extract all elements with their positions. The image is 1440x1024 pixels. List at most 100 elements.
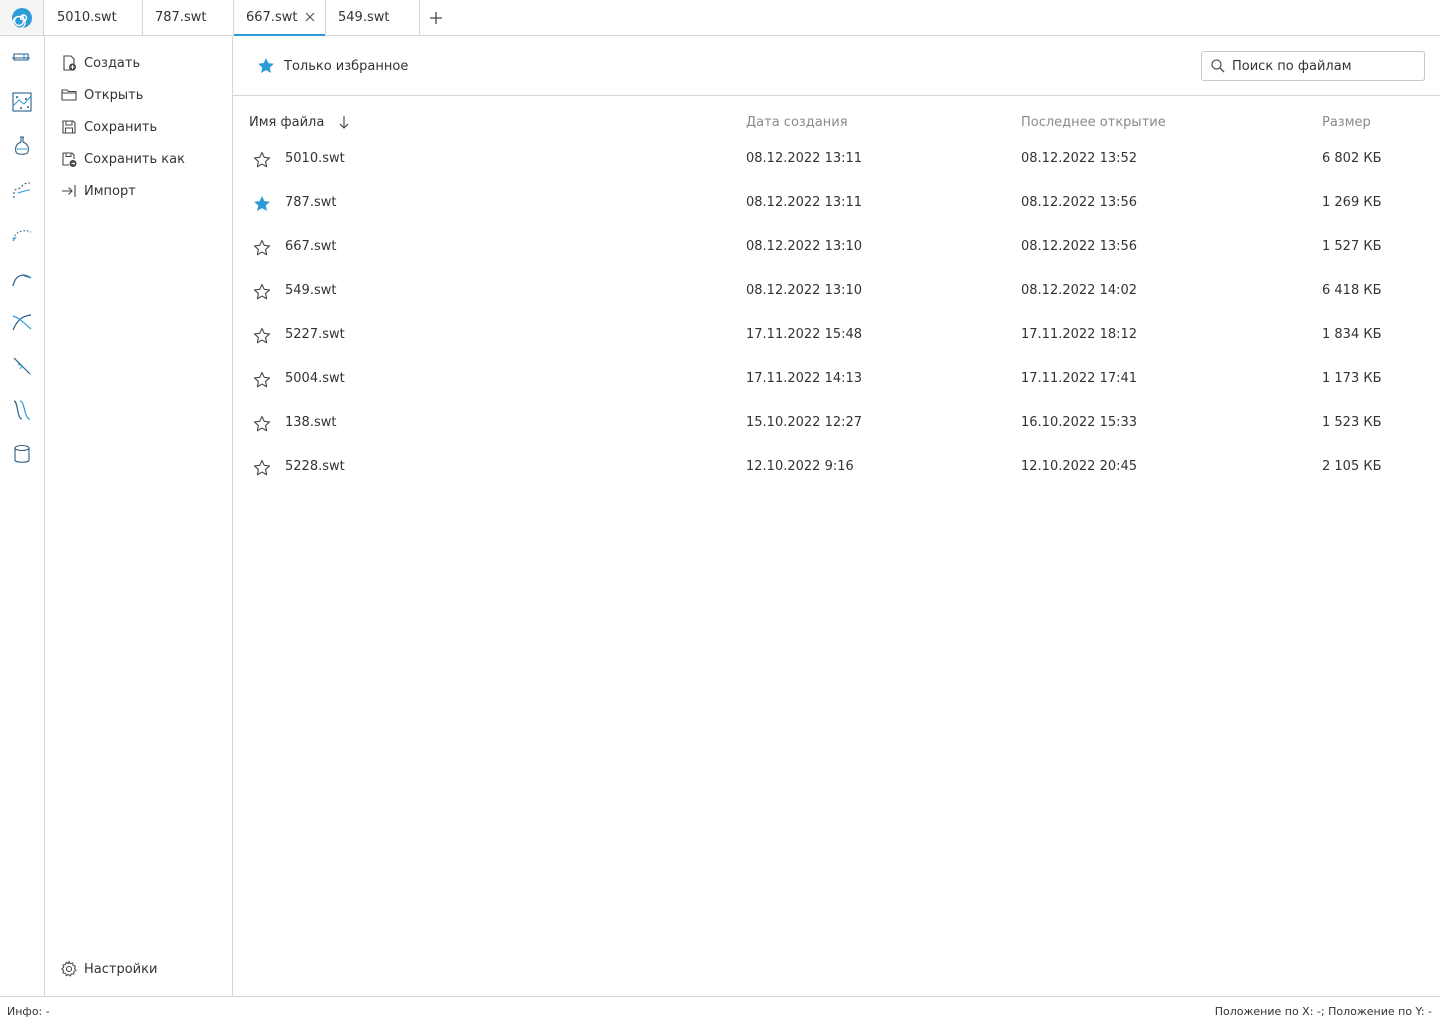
tab-787[interactable]: 787.swt	[143, 0, 234, 35]
save-icon	[62, 120, 76, 134]
created-date: 08.12.2022 13:10	[746, 283, 863, 298]
status-bar: Инфо: - Положение по X: -; Положение по …	[0, 996, 1440, 1024]
save-as-label: Сохранить как	[84, 151, 185, 167]
star-outline-icon	[253, 459, 271, 476]
created-date: 08.12.2022 13:11	[746, 195, 863, 210]
created-date: 17.11.2022 14:13	[746, 371, 863, 386]
file-name: 5010.swt	[285, 151, 345, 166]
status-info: Инфо: -	[7, 1005, 50, 1018]
column-header-size[interactable]: Размер	[1322, 112, 1371, 132]
table-row[interactable]: 5004.swt 17.11.2022 14:13 17.11.2022 17:41…	[233, 357, 1440, 401]
created-date: 08.12.2022 13:11	[746, 151, 863, 166]
curve-icon	[12, 274, 32, 287]
favorite-toggle[interactable]	[251, 369, 273, 391]
import-label: Импорт	[84, 183, 136, 199]
star-filled-icon	[254, 196, 270, 211]
crossing-curves-icon	[12, 314, 32, 331]
save-as-icon	[62, 152, 77, 167]
table-row[interactable]: 5010.swt 08.12.2022 13:11 08.12.2022 13:52…	[233, 137, 1440, 181]
tab-label: 5010.swt	[57, 10, 117, 25]
table-row[interactable]: 138.swt 15.10.2022 12:27 16.10.2022 15:33 1…	[233, 401, 1440, 445]
star-filled-icon	[258, 58, 274, 73]
last-opened-date: 17.11.2022 17:41	[1021, 371, 1138, 386]
file-size: 1 269 КБ	[1322, 195, 1382, 210]
last-opened-date: 08.12.2022 13:56	[1021, 195, 1138, 210]
favorite-toggle[interactable]	[251, 193, 273, 215]
last-opened-date: 16.10.2022 15:33	[1021, 415, 1138, 430]
tab-549[interactable]: 549.swt	[326, 0, 420, 35]
save-button[interactable]: Сохранить	[59, 115, 157, 139]
created-date: 12.10.2022 9:16	[746, 459, 854, 474]
column-header-created-label: Дата создания	[746, 114, 848, 130]
curve-button[interactable]	[8, 264, 36, 292]
tab-label: 549.swt	[338, 10, 390, 25]
s-curves-button[interactable]	[8, 396, 36, 424]
last-opened-date: 08.12.2022 13:56	[1021, 239, 1138, 254]
file-menu: Создать Открыть Сохранить Сохранить как …	[45, 36, 233, 996]
file-size: 2 105 КБ	[1322, 459, 1382, 474]
diagonal-line-icon	[13, 357, 31, 375]
column-header-last-opened[interactable]: Последнее открытие	[1021, 112, 1166, 132]
star-outline-icon	[253, 327, 271, 344]
settings-label: Настройки	[84, 961, 158, 977]
table-row[interactable]: 667.swt 08.12.2022 13:10 08.12.2022 13:56 1…	[233, 225, 1440, 269]
created-date: 17.11.2022 15:48	[746, 327, 863, 342]
star-outline-icon	[253, 151, 271, 168]
rectangle-tool-button[interactable]	[8, 44, 36, 72]
search-box[interactable]	[1201, 51, 1425, 81]
database-icon	[14, 444, 30, 463]
favorites-only-toggle[interactable]: Только избранное	[255, 54, 408, 78]
branch-curve-button[interactable]	[8, 176, 36, 204]
file-name: 787.swt	[285, 195, 337, 210]
favorite-toggle[interactable]	[251, 281, 273, 303]
table-row[interactable]: 5228.swt 12.10.2022 9:16 12.10.2022 20:45 2…	[233, 445, 1440, 489]
save-label: Сохранить	[84, 119, 158, 135]
search-input[interactable]	[1232, 58, 1412, 74]
scatter-map-button[interactable]	[8, 88, 36, 116]
rectangle-tool-icon	[12, 53, 30, 61]
file-toolbar: Только избранное	[233, 36, 1440, 96]
table-row[interactable]: 787.swt 08.12.2022 13:11 08.12.2022 13:56 1…	[233, 181, 1440, 225]
column-header-name[interactable]: Имя файла	[249, 112, 352, 132]
table-row[interactable]: 549.swt 08.12.2022 13:10 08.12.2022 14:02 6…	[233, 269, 1440, 313]
spiral-logo-icon	[11, 7, 32, 29]
database-button[interactable]	[8, 440, 36, 468]
import-button[interactable]: Импорт	[59, 179, 136, 203]
tab-label: 787.swt	[155, 10, 207, 25]
save-as-button[interactable]: Сохранить как	[59, 147, 185, 171]
crossing-curves-button[interactable]	[8, 308, 36, 336]
table-row[interactable]: 5227.swt 17.11.2022 15:48 17.11.2022 18:12…	[233, 313, 1440, 357]
last-opened-date: 12.10.2022 20:45	[1021, 459, 1138, 474]
diagonal-line-button[interactable]	[8, 352, 36, 380]
close-icon[interactable]	[303, 10, 317, 24]
open-button[interactable]: Открыть	[59, 83, 143, 107]
search-icon	[1211, 59, 1225, 73]
star-outline-icon	[253, 283, 271, 300]
favorite-toggle[interactable]	[251, 413, 273, 435]
dotted-arc-button[interactable]	[8, 220, 36, 248]
new-file-icon	[63, 55, 76, 71]
favorite-toggle[interactable]	[251, 457, 273, 479]
last-opened-date: 17.11.2022 18:12	[1021, 327, 1138, 342]
favorite-toggle[interactable]	[251, 325, 273, 347]
create-button[interactable]: Создать	[59, 51, 140, 75]
tab-667[interactable]: 667.swt	[234, 0, 326, 36]
tab-label: 667.swt	[246, 10, 298, 25]
add-tab-button[interactable]	[424, 6, 448, 30]
file-size: 1 523 КБ	[1322, 415, 1382, 430]
file-size: 6 418 КБ	[1322, 283, 1382, 298]
file-name: 138.swt	[285, 415, 337, 430]
favorite-toggle[interactable]	[251, 237, 273, 259]
app-logo[interactable]	[0, 0, 44, 35]
open-label: Открыть	[84, 87, 144, 103]
file-name: 5227.swt	[285, 327, 345, 342]
column-header-created[interactable]: Дата создания	[746, 112, 848, 132]
flask-button[interactable]	[8, 132, 36, 160]
last-opened-date: 08.12.2022 14:02	[1021, 283, 1138, 298]
favorite-toggle[interactable]	[251, 149, 273, 171]
settings-button[interactable]: Настройки	[59, 957, 157, 981]
file-browser: Только избранное Имя файла Дата создания…	[233, 36, 1440, 996]
plus-icon	[430, 12, 442, 24]
tab-5010[interactable]: 5010.swt	[45, 0, 143, 35]
tab-bar: 5010.swt 787.swt 667.swt 549.swt	[0, 0, 1440, 36]
